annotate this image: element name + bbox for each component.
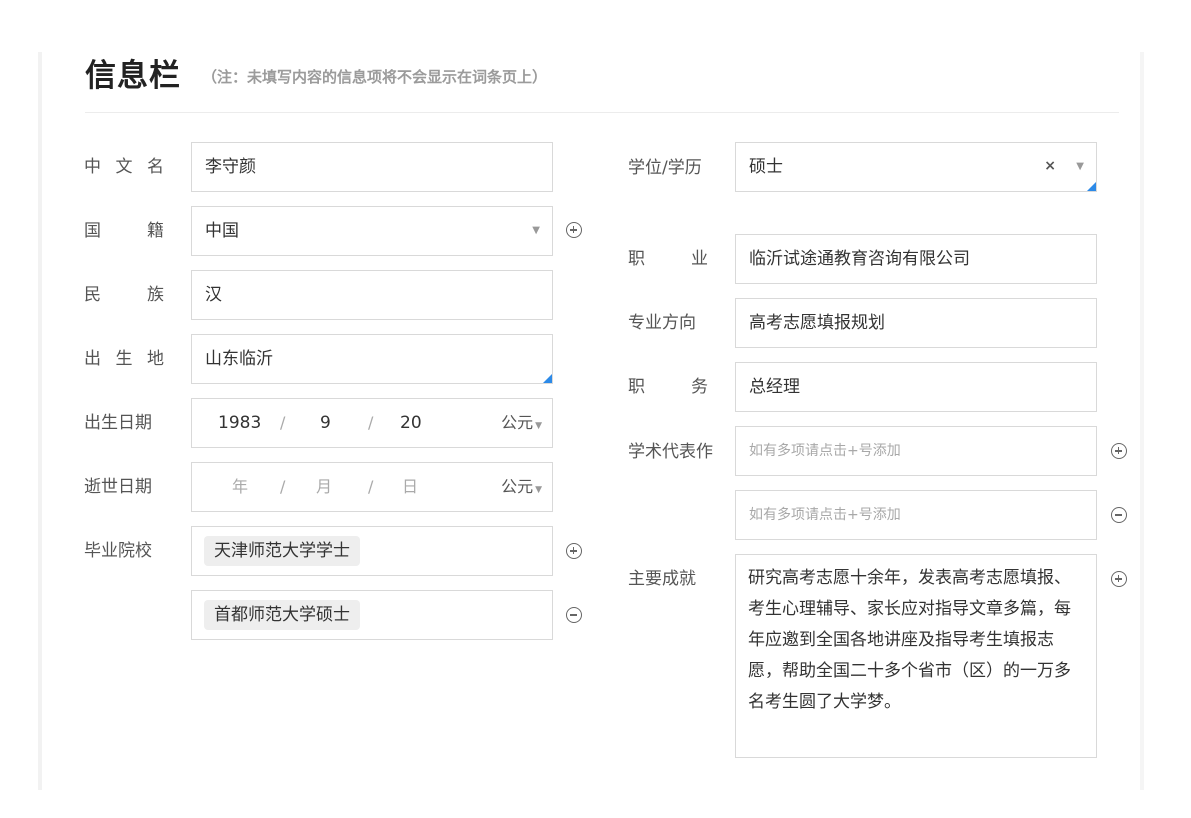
section-divider <box>85 112 1119 113</box>
birth-date-input[interactable]: 1983 / 9 / 20 公元 ▼ <box>191 398 553 448</box>
school-label: 毕业院校 <box>84 541 152 561</box>
chevron-down-icon: ▼ <box>532 225 540 236</box>
add-nationality-icon[interactable] <box>566 222 582 238</box>
birthplace-input[interactable]: 山东临沂 <box>191 334 553 384</box>
achievements-value: 研究高考志愿十余年，发表高考志愿填报、考生心理辅导、家长应对指导文章多篇，每年应… <box>748 568 1071 712</box>
major-label: 专业方向 <box>628 313 696 333</box>
death-era-select[interactable]: 公元 ▼ <box>501 463 542 514</box>
remove-work-icon[interactable] <box>1111 507 1127 523</box>
degree-value: 硕士 <box>749 157 783 177</box>
degree-label: 学位/学历 <box>628 158 702 178</box>
chinese-name-input[interactable]: 李守颜 <box>191 142 553 192</box>
section-title: 信息栏 <box>85 58 181 94</box>
birth-month[interactable]: 9 <box>320 399 331 447</box>
birth-date-label: 出生日期 <box>84 413 152 433</box>
degree-select[interactable]: 硕士 × ▼ <box>735 142 1097 192</box>
birthplace-label: 出 生 地 <box>84 349 164 369</box>
death-day[interactable]: 日 <box>402 463 418 511</box>
position-input[interactable]: 总经理 <box>735 362 1097 412</box>
ethnicity-label: 民 族 <box>84 285 164 305</box>
birth-year[interactable]: 1983 <box>218 399 261 447</box>
clear-icon[interactable]: × <box>1044 158 1056 174</box>
achievements-label: 主要成就 <box>628 569 696 589</box>
school-tag[interactable]: 天津师范大学学士 <box>204 536 360 566</box>
works-placeholder: 如有多项请点击+号添加 <box>749 443 901 459</box>
ethnicity-value: 汉 <box>205 285 222 305</box>
position-label: 职 务 <box>628 377 708 397</box>
nationality-select[interactable]: 中国 ▼ <box>191 206 553 256</box>
occupation-label: 职 业 <box>628 249 708 269</box>
remove-school-icon[interactable] <box>566 607 582 623</box>
autocomplete-corner-icon <box>1087 182 1096 191</box>
death-date-label: 逝世日期 <box>84 477 152 497</box>
chevron-down-icon: ▼ <box>535 421 542 431</box>
date-separator: / <box>368 413 374 432</box>
section-note: （注：未填写内容的信息项将不会显示在词条页上） <box>202 68 548 86</box>
birth-era-select[interactable]: 公元 ▼ <box>501 399 542 450</box>
chevron-down-icon: ▼ <box>535 485 542 495</box>
works-label: 学术代表作 <box>628 442 713 462</box>
nationality-value: 中国 <box>205 221 239 241</box>
works-placeholder: 如有多项请点击+号添加 <box>749 507 901 523</box>
school-tag[interactable]: 首都师范大学硕士 <box>204 600 360 630</box>
date-separator: / <box>280 477 286 496</box>
panel-left-edge <box>38 52 42 790</box>
chinese-name-value: 李守颜 <box>205 157 256 177</box>
chinese-name-label: 中 文 名 <box>84 157 164 177</box>
achievements-textarea[interactable]: 研究高考志愿十余年，发表高考志愿填报、考生心理辅导、家长应对指导文章多篇，每年应… <box>735 554 1097 758</box>
school-input-2[interactable]: 首都师范大学硕士 <box>191 590 553 640</box>
add-school-icon[interactable] <box>566 543 582 559</box>
add-achievement-icon[interactable] <box>1111 571 1127 587</box>
date-separator: / <box>280 413 286 432</box>
chevron-down-icon: ▼ <box>1076 161 1084 172</box>
works-input-2[interactable]: 如有多项请点击+号添加 <box>735 490 1097 540</box>
ethnicity-input[interactable]: 汉 <box>191 270 553 320</box>
panel-right-edge <box>1140 52 1144 790</box>
death-year[interactable]: 年 <box>232 463 248 511</box>
birth-day[interactable]: 20 <box>400 399 422 447</box>
major-input[interactable]: 高考志愿填报规划 <box>735 298 1097 348</box>
autocomplete-corner-icon <box>543 374 552 383</box>
school-input-1[interactable]: 天津师范大学学士 <box>191 526 553 576</box>
major-value: 高考志愿填报规划 <box>749 313 885 333</box>
date-separator: / <box>368 477 374 496</box>
works-input-1[interactable]: 如有多项请点击+号添加 <box>735 426 1097 476</box>
birthplace-value: 山东临沂 <box>205 349 273 369</box>
position-value: 总经理 <box>749 377 800 397</box>
death-date-input[interactable]: 年 / 月 / 日 公元 ▼ <box>191 462 553 512</box>
occupation-value: 临沂试途通教育咨询有限公司 <box>749 249 970 269</box>
nationality-label: 国 籍 <box>84 221 164 241</box>
add-work-icon[interactable] <box>1111 443 1127 459</box>
occupation-input[interactable]: 临沂试途通教育咨询有限公司 <box>735 234 1097 284</box>
death-month[interactable]: 月 <box>316 463 332 511</box>
